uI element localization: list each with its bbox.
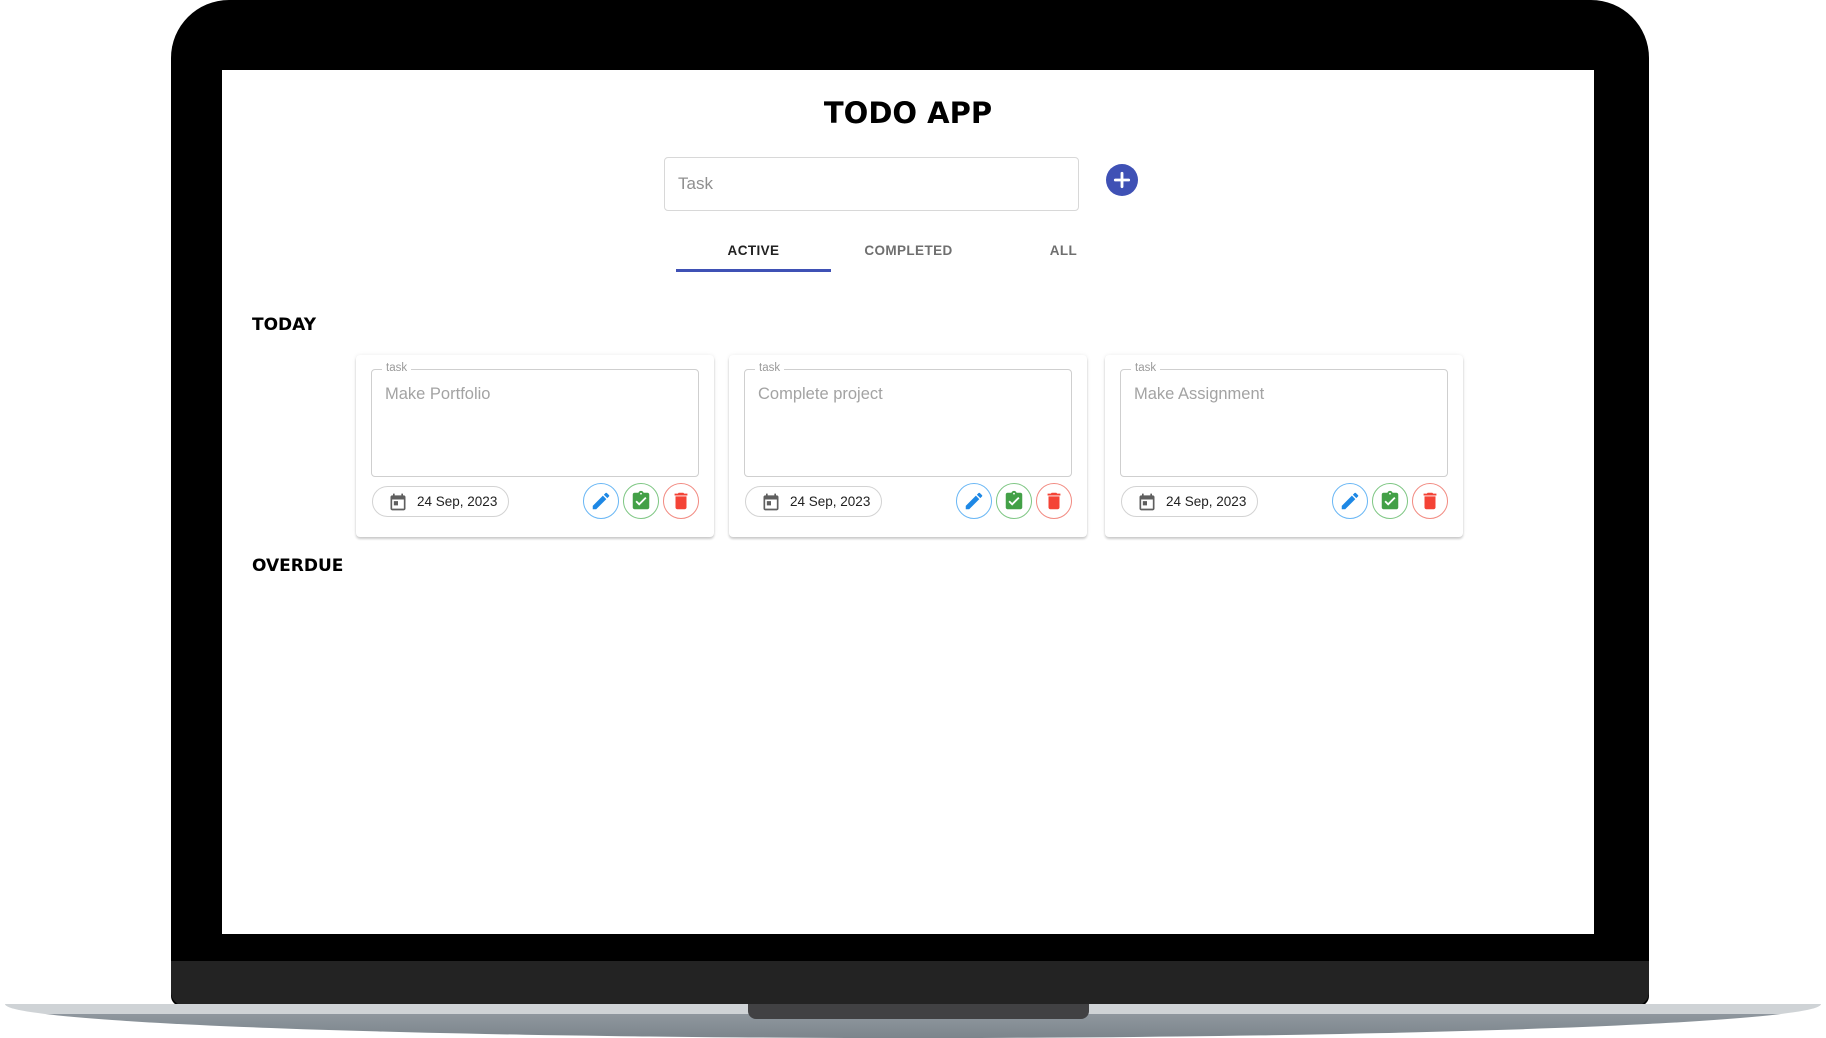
laptop-chin (171, 961, 1649, 1006)
date-chip[interactable]: 24 Sep, 2023 (1121, 486, 1258, 517)
clipboard-check-icon (632, 490, 650, 510)
task-text: Make Assignment (1134, 385, 1265, 403)
tab-completed[interactable]: COMPLETED (831, 227, 986, 273)
task-card: task Make Portfolio 24 Sep, 2023 (356, 355, 714, 537)
add-task-button[interactable] (1106, 164, 1138, 196)
delete-task-button[interactable] (1036, 483, 1072, 519)
tab-all[interactable]: ALL (986, 227, 1141, 273)
app-screen: TODO APP ACTIVE COMPLETED ALL TODAY task… (222, 70, 1594, 934)
delete-task-button[interactable] (663, 483, 699, 519)
trash-icon (1423, 492, 1437, 510)
pencil-icon (965, 492, 983, 510)
filter-tabs: ACTIVE COMPLETED ALL (676, 227, 1141, 273)
task-text-field[interactable]: task Make Portfolio (371, 362, 699, 477)
date-chip[interactable]: 24 Sep, 2023 (745, 486, 882, 517)
task-date: 24 Sep, 2023 (790, 494, 871, 509)
edit-task-button[interactable] (583, 483, 619, 519)
complete-task-button[interactable] (1372, 483, 1408, 519)
task-text: Complete project (758, 385, 883, 403)
task-text: Make Portfolio (385, 385, 491, 403)
calendar-icon (763, 493, 779, 510)
laptop-notch (748, 1004, 1089, 1019)
task-field-label: task (1131, 362, 1161, 374)
section-today-label: TODAY (252, 315, 316, 335)
pencil-icon (1341, 492, 1359, 510)
clipboard-check-icon (1381, 490, 1399, 510)
section-overdue-label: OVERDUE (252, 556, 344, 576)
task-date: 24 Sep, 2023 (1166, 494, 1247, 509)
edit-task-button[interactable] (956, 483, 992, 519)
task-field-label: task (382, 362, 412, 374)
plus-icon (1113, 171, 1131, 189)
task-card: task Make Assignment 24 Sep, 2023 (1105, 355, 1463, 537)
complete-task-button[interactable] (623, 483, 659, 519)
task-card: task Complete project 24 Sep, 2023 (729, 355, 1087, 537)
edit-task-button[interactable] (1332, 483, 1368, 519)
date-chip[interactable]: 24 Sep, 2023 (372, 486, 509, 517)
task-field-label: task (755, 362, 785, 374)
pencil-icon (592, 492, 610, 510)
task-date: 24 Sep, 2023 (417, 494, 498, 509)
task-input[interactable] (664, 157, 1079, 211)
calendar-icon (390, 493, 406, 510)
trash-icon (674, 492, 688, 510)
task-text-field[interactable]: task Complete project (744, 362, 1072, 477)
delete-task-button[interactable] (1412, 483, 1448, 519)
page-title: TODO APP (823, 96, 993, 130)
task-text-field[interactable]: task Make Assignment (1120, 362, 1448, 477)
complete-task-button[interactable] (996, 483, 1032, 519)
trash-icon (1047, 492, 1061, 510)
clipboard-check-icon (1005, 490, 1023, 510)
tab-active[interactable]: ACTIVE (676, 227, 831, 273)
calendar-icon (1139, 493, 1155, 510)
